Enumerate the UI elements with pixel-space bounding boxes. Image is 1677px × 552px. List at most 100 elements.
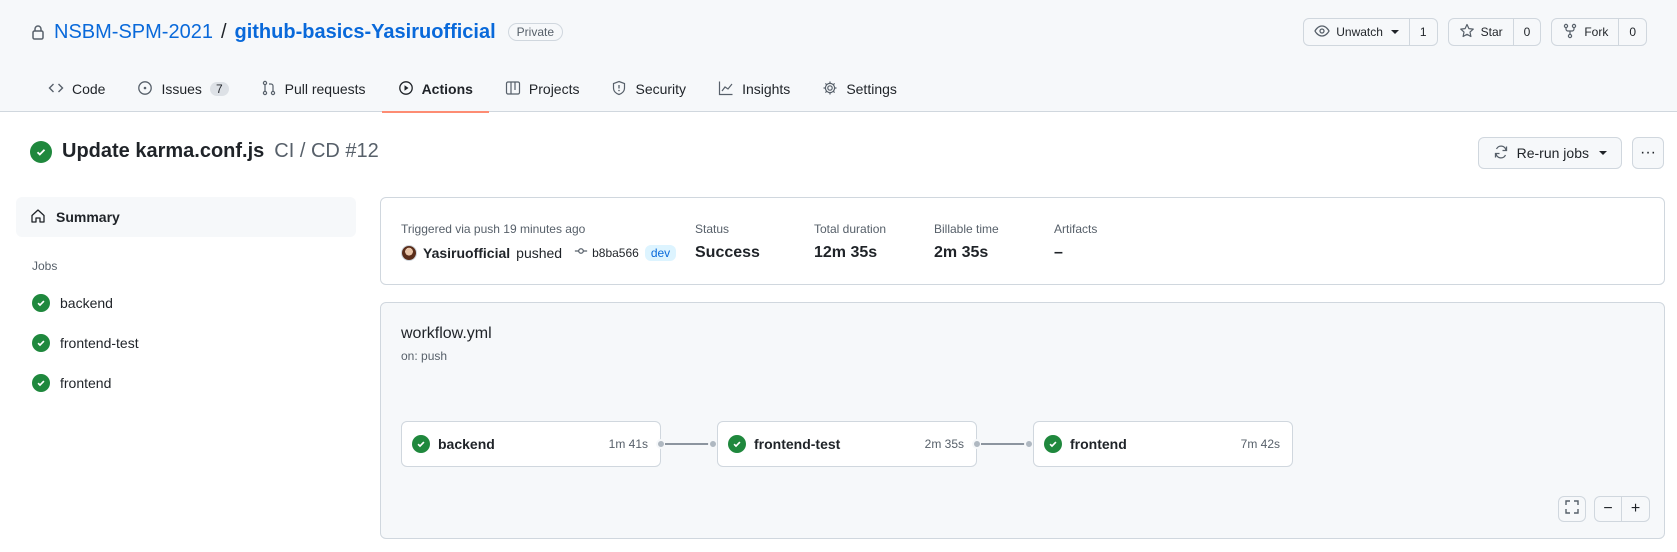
chevron-down-icon — [1390, 30, 1399, 34]
duration-value: 12m 35s — [814, 244, 878, 261]
graph-job-time: 2m 35s — [924, 437, 964, 451]
commit-icon — [574, 244, 588, 261]
more-options-button[interactable]: ··· — [1632, 137, 1664, 169]
zoom-out-button[interactable]: − — [1594, 496, 1622, 522]
success-check-icon — [30, 140, 52, 163]
graph-job-time: 7m 42s — [1240, 437, 1280, 451]
duration-label: Total duration — [814, 222, 887, 236]
zoom-in-button[interactable]: + — [1622, 496, 1650, 522]
billable-info: Billable time 2m 35s — [934, 222, 999, 262]
duration-info: Total duration 12m 35s — [814, 222, 886, 262]
tab-issues[interactable]: Issues 7 — [121, 66, 244, 112]
billable-label: Billable time — [934, 222, 999, 236]
watch-count[interactable]: 1 — [1410, 19, 1437, 45]
job-label: backend — [60, 295, 113, 311]
status-value: Success — [695, 244, 760, 261]
fork-count[interactable]: 0 — [1619, 19, 1646, 45]
lock-icon — [30, 24, 46, 40]
graph-job-name: frontend — [1070, 436, 1127, 452]
tab-pull-requests[interactable]: Pull requests — [245, 66, 382, 112]
graph-job-backend[interactable]: backend 1m 41s — [401, 421, 661, 467]
unwatch-label: Unwatch — [1336, 25, 1383, 39]
summary-label: Summary — [56, 209, 120, 225]
issues-counter: 7 — [209, 82, 229, 96]
run-name: Update karma.conf.js — [62, 140, 265, 162]
success-check-icon — [728, 435, 746, 453]
tab-label: Projects — [528, 81, 580, 97]
rerun-jobs-button[interactable]: Re-run jobs — [1477, 137, 1622, 169]
repo-actions: Unwatch 1 Star 0 Fork 0 — [1303, 18, 1647, 46]
play-icon — [398, 80, 414, 99]
success-check-icon — [32, 294, 50, 312]
trigger-info: Triggered via push 19 minutes ago Yasiru… — [401, 222, 677, 261]
workflow-file-name[interactable]: workflow.yml — [401, 325, 492, 343]
job-label: frontend-test — [60, 335, 139, 351]
sidebar-job-frontend[interactable]: frontend — [16, 363, 356, 403]
avatar[interactable] — [401, 244, 417, 261]
graph-job-frontend[interactable]: frontend 7m 42s — [1033, 421, 1293, 467]
table-icon — [505, 80, 521, 99]
star-button[interactable]: Star — [1449, 19, 1514, 45]
zoom-button-group: − + — [1594, 496, 1650, 522]
tab-label: Code — [72, 81, 106, 97]
run-summary-box: Triggered via push 19 minutes ago Yasiru… — [380, 197, 1665, 285]
chevron-down-icon — [1599, 151, 1607, 155]
tab-label: Issues — [161, 81, 202, 97]
run-workflow-label: CI / CD #12 — [274, 140, 379, 162]
tab-label: Pull requests — [284, 81, 366, 97]
tab-security[interactable]: Security — [595, 66, 702, 112]
graph-icon — [718, 80, 734, 99]
watch-button-group: Unwatch 1 — [1303, 18, 1438, 46]
repo-owner-link[interactable]: NSBM-SPM-2021 — [54, 21, 213, 44]
tab-label: Actions — [421, 81, 473, 97]
sidebar-job-backend[interactable]: backend — [16, 283, 356, 323]
fullscreen-button[interactable] — [1558, 496, 1586, 522]
pull-request-icon — [261, 80, 277, 99]
branch-label[interactable]: dev — [644, 244, 677, 261]
tab-actions[interactable]: Actions — [381, 66, 490, 113]
fork-button[interactable]: Fork — [1552, 19, 1620, 45]
repo-separator: / — [220, 20, 227, 43]
zoom-controls: − + — [1558, 496, 1650, 522]
workflow-graph: workflow.yml on: push backend 1m 41s fro… — [380, 302, 1665, 539]
star-icon — [1459, 23, 1475, 42]
rerun-label: Re-run jobs — [1516, 145, 1589, 161]
graph-job-frontend-test[interactable]: frontend-test 2m 35s — [717, 421, 977, 467]
trigger-line: Yasiruofficial pushed b8ba566 dev — [401, 244, 677, 261]
run-title: Update karma.conf.js CI / CD #12 — [30, 140, 379, 163]
star-button-group: Star 0 — [1447, 18, 1542, 46]
tab-settings[interactable]: Settings — [806, 66, 913, 112]
tab-label: Insights — [742, 81, 791, 97]
action-text: pushed — [516, 244, 563, 261]
tab-code[interactable]: Code — [32, 66, 121, 112]
tab-projects[interactable]: Projects — [489, 66, 596, 112]
visibility-badge: Private — [507, 23, 564, 41]
success-check-icon — [32, 334, 50, 352]
status-info: Status Success — [695, 222, 760, 262]
commit-sha: b8ba566 — [592, 245, 639, 260]
commit-link[interactable]: b8ba566 — [574, 244, 639, 261]
status-label: Status — [695, 222, 730, 236]
gear-icon — [822, 80, 838, 99]
workflow-trigger: on: push — [401, 349, 448, 363]
artifacts-info: Artifacts – — [1054, 222, 1097, 262]
success-check-icon — [412, 435, 430, 453]
code-icon — [48, 80, 64, 99]
sidebar-item-summary[interactable]: Summary — [16, 197, 356, 237]
star-count[interactable]: 0 — [1514, 19, 1541, 45]
fork-label: Fork — [1584, 25, 1609, 39]
fullscreen-icon — [1565, 499, 1579, 519]
shield-icon — [611, 80, 627, 99]
issue-icon — [137, 80, 153, 99]
sidebar-job-frontend-test[interactable]: frontend-test — [16, 323, 356, 363]
tab-insights[interactable]: Insights — [702, 66, 806, 112]
actor-link[interactable]: Yasiruofficial — [423, 245, 510, 261]
unwatch-button[interactable]: Unwatch — [1304, 19, 1410, 45]
repo-tabs: Code Issues 7 Pull requests Actions Proj… — [32, 66, 913, 113]
billable-value: 2m 35s — [934, 244, 989, 261]
jobs-list: backend frontend-test frontend — [16, 283, 356, 403]
home-icon — [30, 208, 46, 227]
graph-job-time: 1m 41s — [608, 437, 648, 451]
success-check-icon — [32, 374, 50, 392]
repo-name-link[interactable]: github-basics-Yasiruofficial — [235, 21, 496, 44]
